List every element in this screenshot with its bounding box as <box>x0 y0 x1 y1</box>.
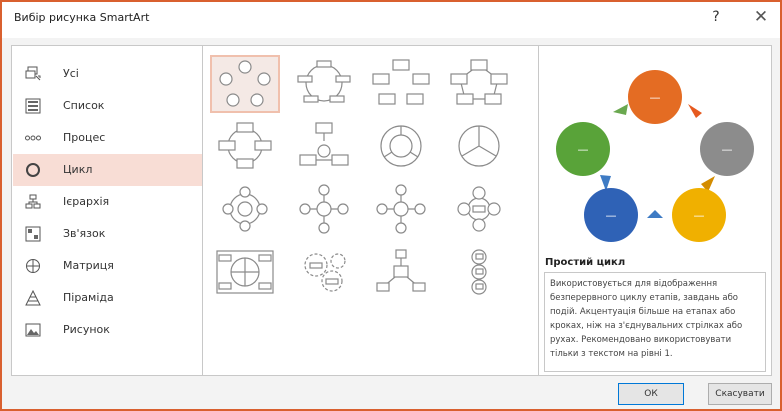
category-process[interactable]: Процес <box>13 122 202 154</box>
preview-title: Простий цикл <box>545 257 626 268</box>
pyramid-icon <box>25 290 41 306</box>
circle-arrow-process-icon <box>471 249 487 295</box>
preview-pane: — — — — — Простий цикл Використовується … <box>538 45 772 376</box>
close-button[interactable]: ✕ <box>752 7 770 27</box>
category-relationship[interactable]: Зв'язок <box>13 218 202 250</box>
basic-radial-icon <box>299 184 349 234</box>
category-label: Список <box>63 99 105 112</box>
gear-icon <box>304 253 346 292</box>
category-label: Матриця <box>63 259 114 272</box>
layout-thumb[interactable] <box>291 181 361 239</box>
category-hierarchy[interactable]: Ієрархія <box>13 186 202 218</box>
segmented-cycle-icon <box>299 122 349 166</box>
list-icon <box>25 98 41 114</box>
layout-thumb[interactable] <box>212 244 282 302</box>
layout-gallery <box>202 45 539 376</box>
text-cycle-icon <box>297 60 351 103</box>
title-bar: Вибір рисунка SmartArt ? ✕ <box>2 2 780 38</box>
help-button[interactable]: ? <box>708 9 724 25</box>
category-list-item[interactable]: Список <box>13 90 202 122</box>
cycle-node-text: — <box>578 143 589 156</box>
layout-thumb[interactable] <box>446 181 516 239</box>
basic-cycle-icon <box>219 60 271 107</box>
hierarchy-icon <box>25 194 41 209</box>
category-label: Ієрархія <box>63 195 110 208</box>
radial-venn-icon <box>457 186 501 232</box>
cycle-icon <box>26 163 40 177</box>
category-label: Зв'язок <box>63 227 106 240</box>
radial-cluster-icon <box>376 249 426 292</box>
category-matrix[interactable]: Матриця <box>13 250 202 282</box>
layout-thumb[interactable] <box>291 55 361 113</box>
cycle-node-text: — <box>694 209 705 222</box>
nondirectional-cycle-icon <box>450 59 508 105</box>
diverging-radial-icon <box>376 184 426 234</box>
layout-thumb[interactable] <box>446 118 516 176</box>
layout-thumb[interactable] <box>368 244 438 302</box>
category-all[interactable]: Усі <box>13 58 202 90</box>
layout-thumb[interactable] <box>210 55 280 113</box>
layout-thumb[interactable] <box>368 181 438 239</box>
picture-icon <box>25 323 41 337</box>
relationship-icon <box>25 226 41 242</box>
continuous-cycle-icon <box>218 122 272 169</box>
ok-button[interactable]: ОК <box>618 383 684 405</box>
layout-thumb[interactable] <box>368 55 438 113</box>
category-label: Цикл <box>63 163 93 176</box>
layout-thumb[interactable] <box>291 118 361 176</box>
preview-diagram: — — — — — <box>556 70 754 242</box>
category-picture[interactable]: Рисунок <box>13 314 202 346</box>
cycle-node-text: — <box>606 209 617 222</box>
cycle-node-text: — <box>650 91 661 104</box>
cancel-button[interactable]: Скасувати <box>708 383 772 405</box>
cycle-node-text: — <box>722 143 733 156</box>
layout-thumb[interactable] <box>446 244 516 302</box>
layout-thumb[interactable] <box>212 181 282 239</box>
category-label: Усі <box>63 67 79 80</box>
pie-segmented-cycle-icon <box>380 125 422 167</box>
category-label: Піраміда <box>63 291 114 304</box>
layout-thumb[interactable] <box>368 118 438 176</box>
category-cycle[interactable]: Цикл <box>13 154 202 186</box>
all-icon <box>25 66 41 81</box>
category-list: Усі Список Процес Цикл Ієрархія Зв'язок … <box>11 45 203 376</box>
category-pyramid[interactable]: Піраміда <box>13 282 202 314</box>
cycle-matrix-icon <box>216 250 274 294</box>
smartart-dialog: Вибір рисунка SmartArt ? ✕ Усі Список Пр… <box>0 0 782 411</box>
radial-cycle-icon <box>222 186 268 232</box>
dialog-title: Вибір рисунка SmartArt <box>14 11 150 24</box>
category-label: Рисунок <box>63 323 110 336</box>
layout-thumb[interactable] <box>446 55 516 113</box>
basic-pie-icon <box>458 125 500 167</box>
block-cycle-icon <box>372 59 430 105</box>
category-label: Процес <box>63 131 106 144</box>
layout-thumb[interactable] <box>291 244 361 302</box>
layout-thumb[interactable] <box>212 118 282 176</box>
process-icon <box>25 135 41 141</box>
preview-description: Використовується для відображення безпер… <box>544 272 766 372</box>
matrix-icon <box>26 259 40 273</box>
